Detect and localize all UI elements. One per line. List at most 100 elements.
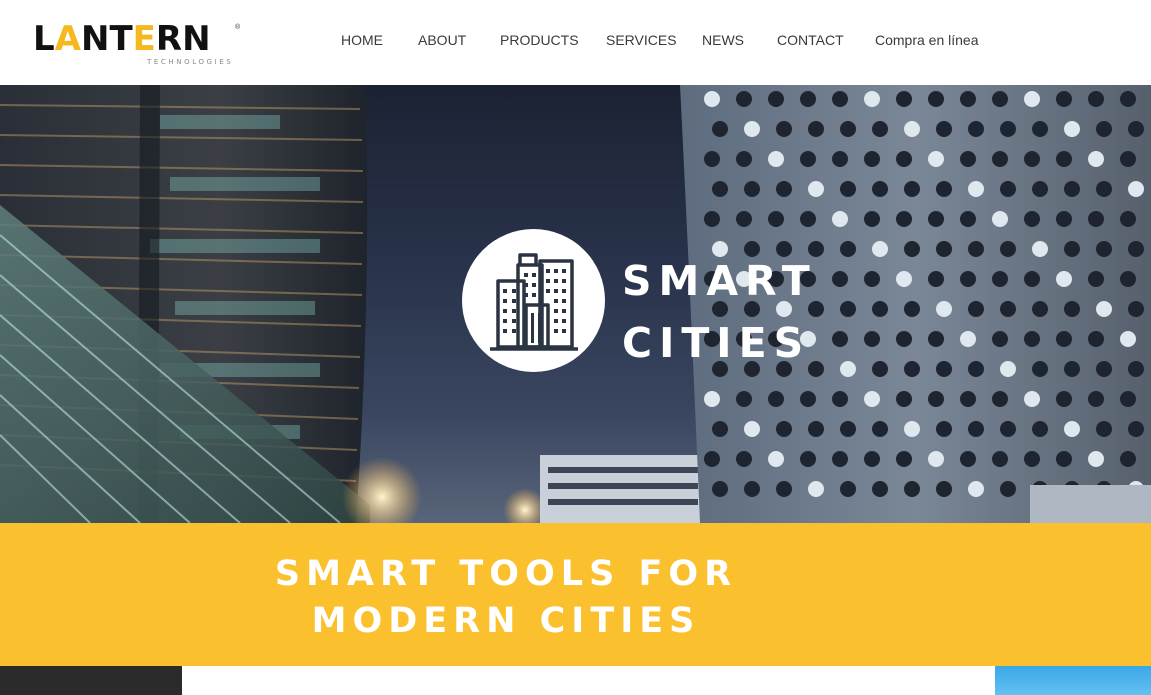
nav-about[interactable]: ABOUT [418,32,466,48]
tower-window [840,121,856,137]
tower-window [808,481,824,497]
tower-window [1120,271,1136,287]
tower-window [840,241,856,257]
tower-window [776,481,792,497]
nav-services[interactable]: SERVICES [606,32,677,48]
hero-banner: SMART CITIES [0,85,1151,523]
hero-title: SMART CITIES [622,250,817,374]
tower-window [832,271,848,287]
registered-mark: ® [235,24,241,31]
tower-window [928,211,944,227]
tower-window [744,421,760,437]
tower-window [1000,181,1016,197]
tower-window [1128,301,1144,317]
tower-window [704,211,720,227]
tower-window [768,451,784,467]
tower-window [1064,361,1080,377]
tower-window [712,421,728,437]
tower-window [1024,451,1040,467]
tower-window [1024,91,1040,107]
tower-window [776,181,792,197]
tower-window [1128,361,1144,377]
tower-window [736,451,752,467]
tower-window [1064,121,1080,137]
tower-window [800,391,816,407]
tower-window [872,241,888,257]
tower-window [936,481,952,497]
tower-window [768,211,784,227]
nav-contact[interactable]: CONTACT [777,32,844,48]
tower-window [1120,211,1136,227]
tower-window [832,331,848,347]
nav-products[interactable]: PRODUCTS [500,32,579,48]
smart-city-logo-badge [462,229,605,372]
tower-window [1088,451,1104,467]
tower-window [960,211,976,227]
tower-window [832,451,848,467]
tower-window [936,421,952,437]
tower-window [1056,391,1072,407]
tower-window [704,91,720,107]
lantern-logo[interactable]: LANTERN ® TECHNOLOGIES [33,22,243,68]
tower-window [960,271,976,287]
tower-window [896,451,912,467]
tower-window [1096,301,1112,317]
tower-window [1096,241,1112,257]
tower-window [968,241,984,257]
tower-window [896,91,912,107]
tower-window [904,361,920,377]
logo-tagline: TECHNOLOGIES [147,58,234,66]
tower-window [872,121,888,137]
tower-window [872,481,888,497]
section-strip-content [182,666,995,695]
tower-window [936,301,952,317]
tower-window [800,91,816,107]
tower-window [928,91,944,107]
tower-window [896,271,912,287]
tower-window [776,421,792,437]
tower-window [992,211,1008,227]
tower-window [896,331,912,347]
tower-window [800,151,816,167]
tower-window [1064,421,1080,437]
tower-window [968,121,984,137]
tower-window [1088,211,1104,227]
tower-window [1120,391,1136,407]
tower-window [872,181,888,197]
tower-window [992,91,1008,107]
tower-window [1088,151,1104,167]
tower-window [936,361,952,377]
tower-window [1056,211,1072,227]
tower-window [928,271,944,287]
tower-window [864,391,880,407]
tower-window [864,451,880,467]
nav-home[interactable]: HOME [341,32,383,48]
nav-online-store[interactable]: Compra en línea [875,32,979,48]
tower-window [712,121,728,137]
tower-window [1088,391,1104,407]
tower-window [928,391,944,407]
tower-window [992,151,1008,167]
tower-window [936,121,952,137]
tower-window [1000,301,1016,317]
tower-window [968,481,984,497]
tower-window [1032,181,1048,197]
tower-window [896,391,912,407]
tower-window [1120,331,1136,347]
tower-window [808,421,824,437]
tower-window [960,391,976,407]
tower-window [840,481,856,497]
tower-window [928,151,944,167]
tower-window [904,121,920,137]
tower-window [968,421,984,437]
tower-window [1000,121,1016,137]
tower-window [1056,91,1072,107]
tower-window [968,181,984,197]
tower-window [1128,241,1144,257]
tower-window [896,151,912,167]
tower-window [736,151,752,167]
section-strip-dark [0,666,182,695]
nav-news[interactable]: NEWS [702,32,744,48]
tower-window [1024,211,1040,227]
tower-window [1120,451,1136,467]
